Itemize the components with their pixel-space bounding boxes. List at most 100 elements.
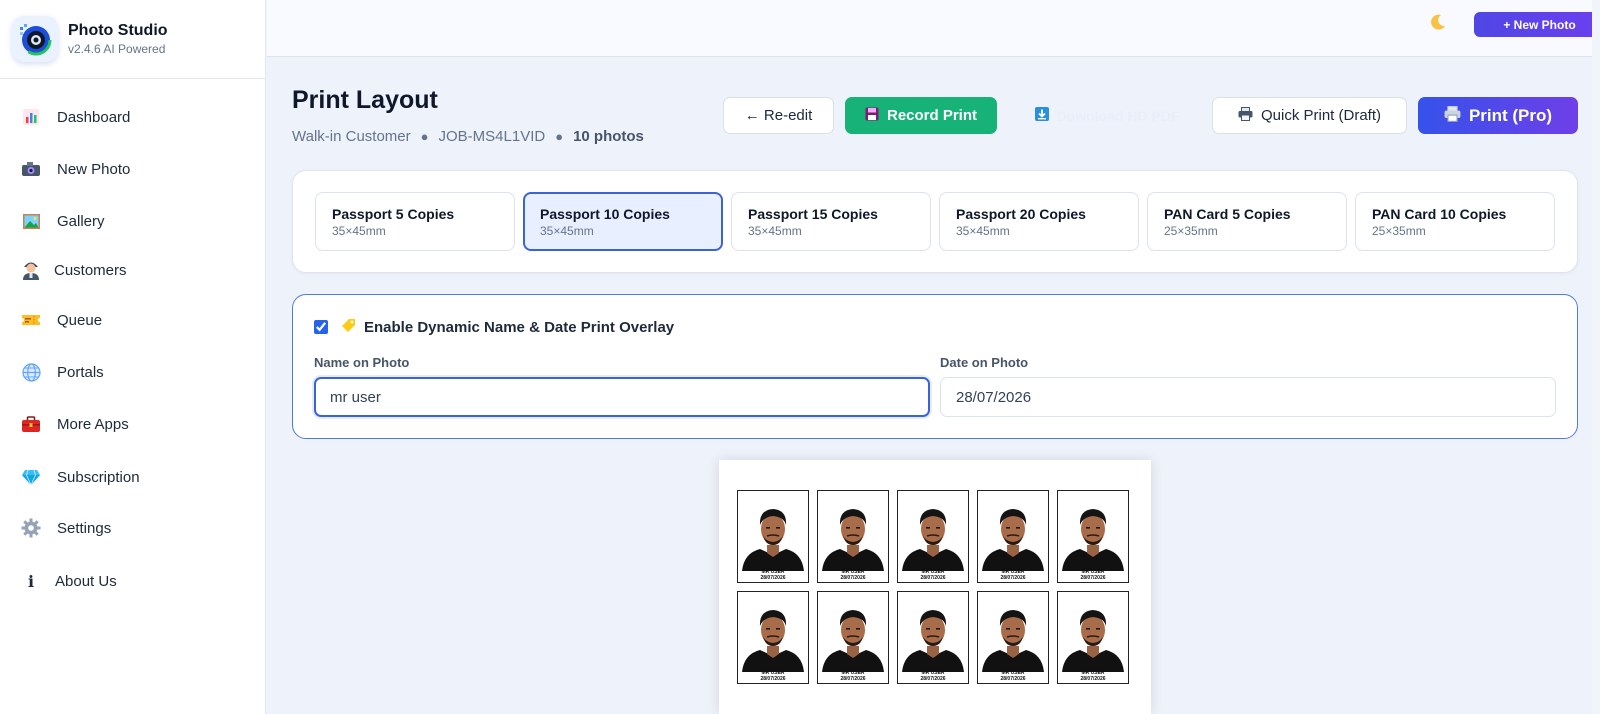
caption-date: 28/07/2026 (1080, 575, 1106, 581)
preset-size: 25×35mm (1372, 224, 1426, 238)
photo-caption: MR USER 28/07/2026 (898, 670, 968, 682)
quick-print-button[interactable]: Quick Print (Draft) (1212, 97, 1407, 134)
caption-date: 28/07/2026 (840, 575, 866, 581)
preset-size: 25×35mm (1164, 224, 1218, 238)
caption-date: 28/07/2026 (1000, 575, 1026, 581)
photo-caption: MR USER 28/07/2026 (738, 670, 808, 682)
floppy-disk-icon (865, 107, 879, 124)
record-print-label: Record Print (886, 107, 977, 124)
overlay-title: Enable Dynamic Name & Date Print Overlay (364, 319, 675, 336)
passport-photo: MR USER 28/07/2026 (1057, 591, 1129, 684)
preset-passport-20[interactable]: Passport 20 Copies 35×45mm (939, 192, 1139, 251)
download-icon (1034, 107, 1049, 124)
person-icon (20, 259, 42, 281)
chart-icon (20, 106, 42, 128)
page-title: Print Layout (292, 86, 438, 114)
app-logo (12, 16, 58, 62)
sidebar-item-more-apps[interactable]: More Apps (0, 404, 265, 444)
separator-dot: ● (555, 129, 564, 144)
print-overlay-panel: Enable Dynamic Name & Date Print Overlay… (292, 294, 1578, 439)
photo-count: 10 photos (573, 128, 644, 145)
job-info: Walk-in Customer ● JOB-MS4L1VID ● 10 pho… (292, 128, 644, 145)
photo-caption: MR USER 28/07/2026 (818, 670, 888, 682)
brand-header: Photo Studio v2.4.6 AI Powered (0, 0, 265, 79)
passport-photo: MR USER 28/07/2026 (897, 490, 969, 583)
passport-photo: MR USER 28/07/2026 (977, 490, 1049, 583)
photo-caption: MR USER 28/07/2026 (1058, 569, 1128, 581)
image-icon (20, 210, 42, 232)
printer-icon (1444, 106, 1461, 125)
date-on-photo-input[interactable] (940, 377, 1556, 417)
passport-photo: MR USER 28/07/2026 (817, 490, 889, 583)
sidebar-item-label: Settings (57, 519, 112, 537)
globe-icon (20, 361, 42, 383)
sidebar-item-portals[interactable]: Portals (0, 352, 265, 392)
sidebar-item-queue[interactable]: Queue (0, 300, 265, 340)
printer-icon (1238, 107, 1253, 124)
print-preview-sheet: MR USER 28/07/2026 MR USER 28/07/2026 MR USE… (719, 460, 1151, 714)
sidebar-item-label: Subscription (57, 468, 140, 486)
caption-date: 28/07/2026 (840, 676, 866, 682)
passport-photo: MR USER 28/07/2026 (737, 591, 809, 684)
caption-date: 28/07/2026 (760, 575, 786, 581)
sidebar-item-subscription[interactable]: Subscription (0, 457, 265, 497)
preset-size: 35×45mm (540, 224, 594, 238)
caption-date: 28/07/2026 (920, 676, 946, 682)
new-photo-button[interactable]: + New Photo (1474, 12, 1600, 37)
re-edit-button[interactable]: ← Re-edit (723, 97, 834, 134)
sidebar-item-label: About Us (55, 572, 117, 590)
app-version: v2.4.6 AI Powered (68, 42, 166, 56)
preset-pan-card-5[interactable]: PAN Card 5 Copies 25×35mm (1147, 192, 1347, 251)
sidebar-item-label: Gallery (57, 212, 105, 230)
moon-icon[interactable] (1429, 13, 1447, 36)
sidebar-item-label: Queue (57, 311, 103, 329)
photo-caption: MR USER 28/07/2026 (738, 569, 808, 581)
preset-passport-5[interactable]: Passport 5 Copies 35×45mm (315, 192, 515, 251)
separator-dot: ● (420, 129, 429, 144)
passport-photo: MR USER 28/07/2026 (897, 591, 969, 684)
preset-passport-10[interactable]: Passport 10 Copies 35×45mm (523, 192, 723, 251)
preset-name: Passport 20 Copies (956, 206, 1086, 222)
sidebar-item-settings[interactable]: Settings (0, 508, 265, 548)
ticket-icon (20, 309, 42, 331)
preset-name: Passport 15 Copies (748, 206, 878, 222)
brand-name: Photo Studio (68, 22, 168, 39)
sidebar-item-new-photo[interactable]: New Photo (0, 149, 265, 189)
sidebar-item-gallery[interactable]: Gallery (0, 201, 265, 241)
sidebar-item-customers[interactable]: Customers (0, 250, 265, 290)
print-pro-label: Print (Pro) (1468, 105, 1553, 125)
sidebar-item-about-us[interactable]: i About Us (0, 561, 265, 601)
tag-icon (341, 318, 356, 337)
caption-date: 28/07/2026 (1080, 676, 1106, 682)
top-bar: + New Photo (267, 0, 1600, 57)
diamond-icon (20, 466, 42, 488)
re-edit-label: ← Re-edit (744, 107, 813, 124)
name-on-photo-input[interactable] (314, 377, 930, 417)
record-print-button[interactable]: Record Print (845, 97, 997, 134)
preset-passport-15[interactable]: Passport 15 Copies 35×45mm (731, 192, 931, 251)
preset-pan-card-10[interactable]: PAN Card 10 Copies 25×35mm (1355, 192, 1555, 251)
layout-presets-panel: Passport 5 Copies 35×45mm Passport 10 Co… (292, 170, 1578, 273)
passport-photo: MR USER 28/07/2026 (817, 591, 889, 684)
photo-caption: MR USER 28/07/2026 (1058, 670, 1128, 682)
print-pro-button[interactable]: Print (Pro) (1418, 97, 1578, 134)
passport-photo: MR USER 28/07/2026 (1057, 490, 1129, 583)
camera-icon (20, 158, 42, 180)
scrollbar[interactable] (1592, 0, 1600, 714)
photo-caption: MR USER 28/07/2026 (978, 670, 1048, 682)
gear-icon (20, 517, 42, 539)
passport-photo: MR USER 28/07/2026 (737, 490, 809, 583)
preset-size: 35×45mm (956, 224, 1010, 238)
caption-date: 28/07/2026 (1000, 676, 1026, 682)
name-field-label: Name on Photo (314, 355, 410, 370)
sidebar: Photo Studio v2.4.6 AI Powered Dashboard… (0, 0, 266, 714)
preset-size: 35×45mm (332, 224, 386, 238)
overlay-enable-checkbox[interactable] (314, 320, 328, 334)
caption-date: 28/07/2026 (760, 676, 786, 682)
sidebar-item-dashboard[interactable]: Dashboard (0, 97, 265, 137)
info-icon: i (27, 571, 35, 591)
preset-name: PAN Card 10 Copies (1372, 206, 1507, 222)
preset-name: PAN Card 5 Copies (1164, 206, 1291, 222)
photo-caption: MR USER 28/07/2026 (978, 569, 1048, 581)
download-pdf-button[interactable]: Download HD PDF (1027, 97, 1187, 134)
